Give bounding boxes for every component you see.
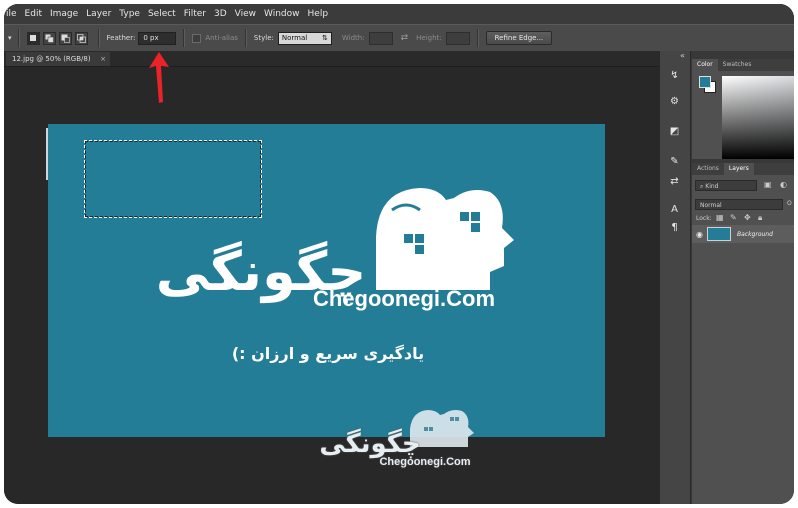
feather-label: Feather: [106,34,136,42]
height-input[interactable] [445,31,470,45]
document-title: 12.jpg @ 50% (RGB/8) [12,55,91,63]
adjustments-icon[interactable]: ◩ [668,125,681,138]
menu-edit[interactable]: Edit [25,9,42,19]
document-tab[interactable]: 12.jpg @ 50% (RGB/8) × [6,52,110,66]
visibility-eye-icon[interactable]: ◉ [696,230,703,239]
subtract-from-selection-button[interactable] [58,31,72,45]
lock-position-icon[interactable]: ✥ [744,213,751,222]
menu-type[interactable]: Type [119,9,140,19]
clone-source-icon[interactable]: ⇄ [668,175,681,188]
layer-kind-filter[interactable]: ⌕ Kind [695,180,757,191]
layer-name: Background [736,230,773,238]
tab-layers[interactable]: Layers [723,163,754,175]
menu-layer[interactable]: Layer [86,9,111,19]
blend-mode-select[interactable]: Normal [695,199,783,210]
menu-select[interactable]: Select [148,9,176,19]
canvas-area[interactable]: چگونگی Chegoonegi.Com یادگیری سریع و ارز… [4,67,659,504]
antialias-label: Anti-alias [205,34,238,42]
brush-presets-icon[interactable]: ✎ [668,155,681,168]
history-icon[interactable]: ↯ [668,69,681,82]
tagline-text: یادگیری سریع و ارزان :) [231,344,425,363]
character-icon[interactable]: A [668,203,681,216]
layers-panel-tabs: Actions Layers [692,163,794,175]
foreground-color-swatch[interactable] [699,76,711,88]
intersect-selection-button[interactable] [74,31,88,45]
style-label: Style: [253,34,274,42]
style-value: Normal [281,33,308,42]
watermark-persian-text: چگونگی [319,429,421,459]
intersect-selection-icon [76,33,86,43]
red-arrow-annotation [149,52,169,103]
lock-brush-icon[interactable]: ✎ [730,213,737,222]
tool-preset-picker[interactable]: ▾ [8,34,12,42]
close-icon[interactable]: × [100,55,106,63]
antialias-checkbox[interactable] [192,33,202,43]
collapse-panels-icon[interactable]: « [680,51,685,60]
add-to-selection-button[interactable] [42,31,56,45]
menu-help[interactable]: Help [308,9,329,19]
lock-pixels-icon[interactable]: ▦ [716,213,724,222]
width-label: Width: [341,34,365,42]
menu-3d[interactable]: 3D [214,9,227,19]
menu-filter[interactable]: Filter [184,9,206,19]
opacity-label: O [787,200,792,207]
paragraph-icon[interactable]: ¶ [668,221,681,234]
swap-dimensions-icon[interactable]: ⇄ [401,33,409,43]
new-selection-icon [30,35,37,41]
menu-view[interactable]: View [235,9,256,19]
kind-label: Kind [705,183,719,190]
color-panel: Color Swatches [692,59,794,159]
tab-actions[interactable]: Actions [692,163,724,175]
layer-thumbnail [706,227,731,241]
divider [476,29,479,47]
tab-swatches[interactable]: Swatches [718,59,757,71]
image-filter-icon[interactable]: ▣ [764,180,772,189]
new-selection-button[interactable] [26,31,40,45]
divider [17,29,20,47]
refine-edge-button[interactable]: Refine Edge... [485,31,553,45]
color-spectrum[interactable] [722,76,794,159]
layer-row-background[interactable]: ◉ Background [692,225,794,243]
layers-panel: Actions Layers ⌕ Kind ▣ ◐ Normal O Lock:… [692,163,794,504]
menu-window[interactable]: Window [264,9,300,19]
panel-icon-strip: « ↯ ⚙ ◩ ✎ ⇄ A ¶ [660,51,691,504]
blend-mode-value: Normal [700,202,722,209]
adjustment-filter-icon[interactable]: ◐ [780,180,787,189]
tab-color[interactable]: Color [692,59,718,71]
rectangular-marquee-selection[interactable] [84,140,262,218]
divider [183,29,186,47]
menu-image[interactable]: Image [50,9,78,19]
menu-bar: ile Edit Image Layer Type Select Filter … [4,4,794,24]
color-panel-tabs: Color Swatches [692,59,794,71]
menu-file[interactable]: ile [6,9,17,19]
style-select[interactable]: Normal ⇅ [277,31,332,45]
add-selection-icon [45,34,54,43]
watermark-latin-text: Chegoonegi.Com [379,456,471,468]
properties-icon[interactable]: ⚙ [668,95,681,108]
photoshop-window: ile Edit Image Layer Type Select Filter … [4,4,794,504]
document-tab-bar: 12.jpg @ 50% (RGB/8) × [4,51,659,67]
subtract-selection-icon [61,34,70,43]
width-input[interactable] [368,31,393,45]
lock-all-icon[interactable]: 🔒︎ [758,213,762,223]
logo-latin-text: Chegoonegi.Com [312,286,496,311]
height-label: Height: [416,34,442,42]
divider [97,29,100,47]
right-panel-dock: « ↯ ⚙ ◩ ✎ ⇄ A ¶ Color Swatches Actions L… [660,51,794,504]
document-canvas[interactable]: چگونگی Chegoonegi.Com یادگیری سریع و ارز… [48,124,605,437]
feather-input[interactable]: 0 px [138,31,177,45]
updown-icon: ⇅ [322,33,328,42]
options-bar: ▾ Feather: 0 px Anti-alias Style: Normal… [4,24,794,52]
divider [244,29,247,47]
lock-label: Lock: [696,215,712,222]
